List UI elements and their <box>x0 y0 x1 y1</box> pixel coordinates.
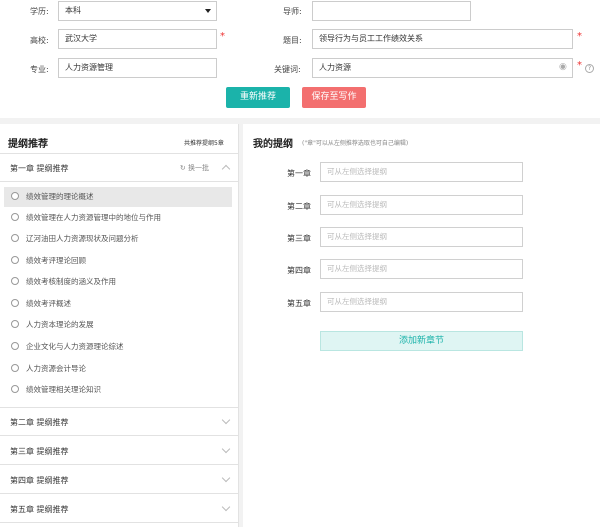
section-title: 第二章 提纲推荐 <box>10 418 69 427</box>
outline-item[interactable]: 人力资源会计导论 <box>4 359 232 379</box>
outline-item[interactable]: 绩效管理相关理论知识 <box>4 380 232 400</box>
education-value: 本科 <box>65 6 81 15</box>
help-icon[interactable]: ? <box>585 64 594 73</box>
chevron-down-icon <box>205 9 211 13</box>
education-label: 学历: <box>30 7 49 16</box>
outline-item[interactable]: 绩效考评理论回顾 <box>4 251 232 271</box>
keywords-label: 关键词: <box>274 65 301 74</box>
recommend-again-button[interactable]: 重新推荐 <box>226 87 290 108</box>
outline-item[interactable]: 辽河油田人力资源现状及问题分析 <box>4 229 232 249</box>
section-title: 第三章 提纲推荐 <box>10 447 69 456</box>
eye-icon[interactable]: ◉ <box>559 62 567 72</box>
education-select[interactable]: 本科 <box>58 1 217 21</box>
section-header-5[interactable]: 第五章 提纲推荐 <box>0 495 239 523</box>
chevron-down-icon <box>221 415 231 425</box>
chapter-label-5: 第五章 <box>287 299 311 308</box>
refresh-label: 换一批 <box>188 164 209 172</box>
radio-icon <box>11 342 19 350</box>
radio-icon <box>11 320 19 328</box>
paper-info-form: 学历: 本科 导师: 高校: 武汉大学 * 题目: 领导行为与员工工作绩效关系 … <box>0 0 600 118</box>
chapter-input-2[interactable]: 可从左侧选择提纲 <box>320 195 523 215</box>
radio-icon <box>11 234 19 242</box>
chapter-label-2: 第二章 <box>287 202 311 211</box>
outline-count-text: 共推荐提纲5章 <box>184 140 224 147</box>
advisor-label: 导师: <box>283 7 302 16</box>
chevron-down-icon <box>221 473 231 483</box>
outline-item[interactable]: 绩效管理的理论概述 <box>4 187 232 207</box>
school-label: 高校: <box>30 36 49 45</box>
section-header-1[interactable]: 第一章 提纲推荐 ↻ 换一批 <box>0 154 239 182</box>
chapter-label-1: 第一章 <box>287 169 311 178</box>
section-header-2[interactable]: 第二章 提纲推荐 <box>0 408 239 436</box>
my-outline-title: 我的提纲 <box>253 139 293 150</box>
add-chapter-button[interactable]: 添加新章节 <box>320 331 523 351</box>
required-mark: * <box>577 31 582 42</box>
save-to-writing-button[interactable]: 保存至写作 <box>302 87 366 108</box>
major-input[interactable]: 人力资源管理 <box>58 58 217 78</box>
chevron-up-icon <box>221 164 231 174</box>
outline-recommend-panel: 提纲推荐 共推荐提纲5章 第一章 提纲推荐 ↻ 换一批 绩效管理的理论概述 绩效… <box>0 124 239 527</box>
radio-icon <box>11 256 19 264</box>
section-title: 第一章 提纲推荐 <box>10 164 69 173</box>
radio-icon <box>11 299 19 307</box>
school-input[interactable]: 武汉大学 <box>58 29 217 49</box>
chapter-input-4[interactable]: 可从左侧选择提纲 <box>320 259 523 279</box>
title-input[interactable]: 领导行为与员工工作绩效关系 <box>312 29 573 49</box>
chevron-down-icon <box>221 444 231 454</box>
major-label: 专业: <box>30 65 49 74</box>
section-title: 第四章 提纲推荐 <box>10 476 69 485</box>
section-header-3[interactable]: 第三章 提纲推荐 <box>0 437 239 465</box>
radio-icon <box>11 277 19 285</box>
radio-icon <box>11 364 19 372</box>
required-mark: * <box>220 31 225 42</box>
keywords-value: 人力资源 <box>319 63 351 72</box>
advisor-input[interactable] <box>312 1 471 21</box>
required-mark: * <box>577 60 582 71</box>
chapter-label-4: 第四章 <box>287 266 311 275</box>
chapter-input-3[interactable]: 可从左侧选择提纲 <box>320 227 523 247</box>
chapter-input-1[interactable]: 可从左侧选择提纲 <box>320 162 523 182</box>
keywords-input[interactable]: 人力资源 <box>312 58 573 78</box>
chevron-down-icon <box>221 502 231 512</box>
outline-recommend-title: 提纲推荐 <box>8 139 48 150</box>
chapter-label-3: 第三章 <box>287 234 311 243</box>
chapter-input-5[interactable]: 可从左侧选择提纲 <box>320 292 523 312</box>
title-label: 题目: <box>283 36 302 45</box>
outline-item[interactable]: 绩效考评概述 <box>4 294 232 314</box>
outline-item[interactable]: 绩效考核制度的涵义及作用 <box>4 272 232 292</box>
refresh-icon: ↻ <box>179 164 186 172</box>
outline-item[interactable]: 企业文化与人力资源理论综述 <box>4 337 232 357</box>
radio-icon <box>11 192 19 200</box>
radio-icon <box>11 385 19 393</box>
section-title: 第五章 提纲推荐 <box>10 505 69 514</box>
outline-item[interactable]: 人力资本理论的发展 <box>4 315 232 335</box>
my-outline-hint: ("章"可以从左侧推荐选取也可自己编辑) <box>302 140 409 147</box>
refresh-batch-button[interactable]: ↻ 换一批 <box>180 163 209 173</box>
section-header-4[interactable]: 第四章 提纲推荐 <box>0 466 239 494</box>
outline-item[interactable]: 绩效管理在人力资源管理中的地位与作用 <box>4 208 232 228</box>
radio-icon <box>11 213 19 221</box>
